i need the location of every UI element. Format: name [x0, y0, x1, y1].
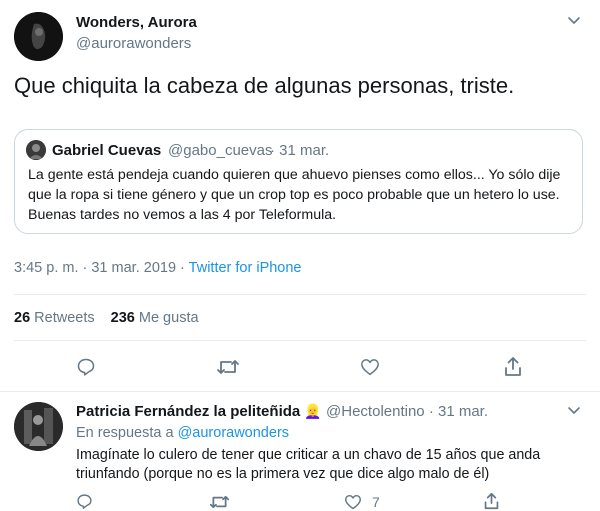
divider — [14, 294, 586, 295]
quoted-author-avatar — [26, 140, 46, 160]
tweet-stats: 26 Retweets 236 Me gusta — [14, 310, 199, 326]
reply-author-handle[interactable]: @Hectolentino — [326, 403, 425, 420]
tweet-source[interactable]: Twitter for iPhone — [189, 260, 302, 276]
tweet-meta: 3:45 p. m. · 31 mar. 2019 · Twitter for … — [14, 260, 302, 276]
reply-header: Patricia Fernández la peliteñida 👱‍♀️ @H… — [76, 403, 488, 420]
replying-to: En respuesta a @aurorawonders — [76, 425, 289, 441]
chevron-down-icon[interactable] — [567, 406, 581, 416]
reply-icon[interactable] — [76, 493, 93, 510]
chevron-down-icon[interactable] — [567, 16, 581, 26]
quoted-author-handle: @gabo_cuevas — [168, 142, 273, 159]
replying-to-label: En respuesta a — [76, 425, 174, 441]
divider — [14, 340, 586, 341]
reply-text: Imagínate lo culero de tener que critica… — [76, 447, 541, 482]
retweets-count: 26 — [14, 310, 31, 326]
retweet-icon[interactable] — [216, 358, 240, 376]
reply-like-count: 7 — [372, 494, 380, 510]
quoted-date: · 31 mar. — [270, 142, 330, 159]
tweet-text: Que chiquita la cabeza de algunas person… — [14, 73, 515, 98]
reply-author-avatar[interactable] — [14, 402, 63, 451]
retweets-stat[interactable]: 26 Retweets — [14, 310, 99, 326]
likes-count: 236 — [110, 310, 135, 326]
heart-icon[interactable] — [344, 494, 362, 510]
likes-stat[interactable]: 236 Me gusta — [111, 310, 199, 326]
heart-icon[interactable] — [360, 358, 380, 376]
quoted-text: La gente está pendeja cuando quieren que… — [28, 167, 561, 223]
retweets-label: Retweets — [34, 310, 95, 326]
share-icon[interactable] — [483, 492, 500, 510]
tweet-timestamp[interactable]: 3:45 p. m. · 31 mar. 2019 — [14, 260, 176, 276]
section-divider — [0, 391, 600, 392]
meta-separator: · — [180, 260, 185, 276]
replying-to-handle[interactable]: @aurorawonders — [178, 425, 289, 441]
quoted-author-name: Gabriel Cuevas — [52, 142, 162, 159]
likes-label: Me gusta — [138, 310, 199, 326]
reply-icon[interactable] — [76, 357, 96, 377]
share-icon[interactable] — [503, 356, 523, 377]
reply-date[interactable]: · 31 mar. — [429, 403, 488, 420]
author-handle[interactable]: @aurorawonders — [76, 35, 191, 52]
reply-author-emoji: 👱‍♀️ — [304, 403, 322, 419]
retweet-icon[interactable] — [209, 494, 230, 510]
reply-author-name[interactable]: Patricia Fernández la peliteñida — [76, 403, 300, 420]
author-avatar[interactable] — [14, 12, 63, 61]
author-name[interactable]: Wonders, Aurora — [76, 14, 197, 31]
